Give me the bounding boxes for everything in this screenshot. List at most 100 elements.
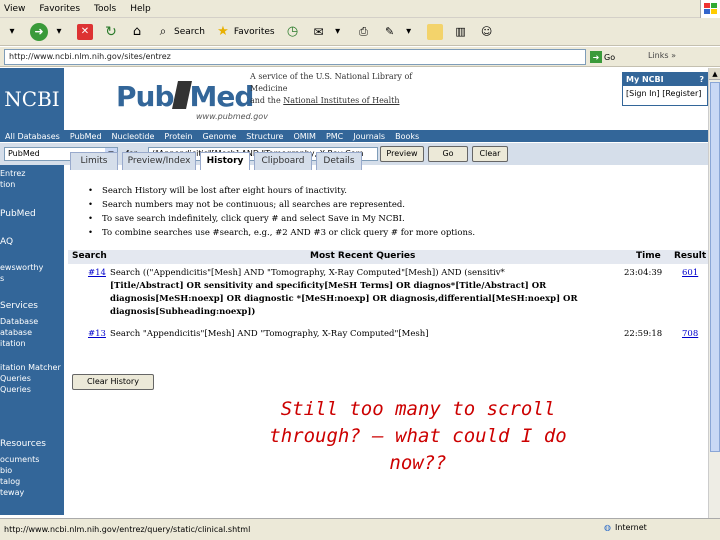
address-go-button[interactable]: ➜ Go <box>590 49 615 65</box>
back-dropdown[interactable]: ▾ <box>2 21 22 43</box>
sidebar-item[interactable]: Queries <box>0 385 31 394</box>
database-nav-bar: All Databases PubMed Nucleotide Protein … <box>0 130 708 142</box>
menu-favorites[interactable]: Favorites <box>39 4 80 14</box>
home-icon: ⌂ <box>132 24 142 39</box>
scroll-thumb[interactable] <box>710 82 720 452</box>
table-row: #13 Search "Appendicitis"[Mesh] AND "Tom… <box>68 328 708 342</box>
query-text: Search (("Appendicitis"[Mesh] AND "Tomog… <box>110 268 578 317</box>
sidebar-item[interactable]: talog <box>0 477 20 486</box>
links-button[interactable]: Links » <box>648 51 676 60</box>
sidebar-heading-services: Services <box>0 301 38 311</box>
mail-icon: ✉ <box>313 24 324 39</box>
sidebar-item[interactable]: Entrez <box>0 169 26 178</box>
menu-tools[interactable]: Tools <box>94 4 116 14</box>
sidebar-item[interactable]: itation <box>0 339 26 348</box>
research-button[interactable]: ▥ <box>451 21 471 43</box>
print-button[interactable]: ⎙ <box>354 21 374 43</box>
tab-preview-index[interactable]: Preview/Index <box>122 152 196 170</box>
sidebar-item[interactable]: Database <box>0 317 38 326</box>
nav-item[interactable]: All Databases <box>0 132 65 141</box>
windows-logo-icon <box>700 0 720 18</box>
col-time: Time <box>636 251 661 261</box>
sidebar-item[interactable]: ewsworthy <box>0 263 43 272</box>
ncbi-logo[interactable]: NCBI <box>0 68 64 130</box>
sidebar-heading-resources: Resources <box>0 439 46 449</box>
status-bar: http://www.ncbi.nlm.nih.gov/entrez/query… <box>0 518 720 540</box>
nav-item[interactable]: Books <box>390 132 424 141</box>
pubmed-logo[interactable]: Pub Med <box>116 80 254 113</box>
result-count-link[interactable]: 601 <box>682 267 698 280</box>
forward-icon: ➜ <box>30 22 48 41</box>
history-button[interactable]: ◷ <box>283 21 303 43</box>
query-number-link[interactable]: #13 <box>88 328 106 341</box>
sidebar-item[interactable]: bio <box>0 466 12 475</box>
sidebar-item-faq[interactable]: AQ <box>0 237 13 247</box>
edit-button[interactable]: ✎ ▾ <box>380 21 419 43</box>
sidebar-item[interactable]: ocuments <box>0 455 39 464</box>
refresh-button[interactable]: ↻ <box>101 21 121 43</box>
annotation-text: Still too many to scroll through? – what… <box>269 398 567 474</box>
nav-item[interactable]: OMIM <box>288 132 320 141</box>
scroll-up-icon[interactable]: ▲ <box>709 68 720 80</box>
tab-clipboard[interactable]: Clipboard <box>254 152 312 170</box>
query-time: 22:59:18 <box>624 329 663 339</box>
sidebar-item[interactable]: itation Matcher <box>0 363 61 372</box>
sign-in-register-links[interactable]: [Sign In] [Register] <box>623 86 707 101</box>
col-queries: Most Recent Queries <box>310 251 416 261</box>
sidebar-item[interactable]: s <box>0 274 4 283</box>
star-icon: ★ <box>217 24 229 39</box>
tab-bar: Limits Preview/Index History Clipboard D… <box>64 152 708 170</box>
nih-link[interactable]: National Institutes of Health <box>283 96 399 105</box>
home-button[interactable]: ⌂ <box>127 21 147 43</box>
sidebar-item[interactable]: Queries <box>0 374 31 383</box>
sidebar-item-pubmed[interactable]: PubMed <box>0 209 36 219</box>
menu-view[interactable]: View <box>4 4 25 14</box>
help-icon[interactable]: ? <box>699 73 704 86</box>
col-result: Result <box>674 251 707 261</box>
pubmed-header: Pub Med www.pubmed.gov A service of the U… <box>64 68 624 130</box>
menu-bar: View Favorites Tools Help <box>0 0 720 18</box>
nav-item[interactable]: Nucleotide <box>107 132 160 141</box>
query-text: Search "Appendicitis"[Mesh] AND "Tomogra… <box>110 329 429 339</box>
favorites-button[interactable]: ★ Favorites <box>213 21 277 43</box>
mail-button[interactable]: ✉ ▾ <box>309 21 348 43</box>
forward-button[interactable]: ➜ ▾ <box>28 21 69 43</box>
menu-help[interactable]: Help <box>130 4 151 14</box>
print-icon: ⎙ <box>359 24 368 38</box>
nav-item[interactable]: PMC <box>321 132 348 141</box>
service-text: A service of the U.S. National Library o… <box>250 72 413 105</box>
folder-icon <box>426 23 443 40</box>
messenger-button[interactable]: ☺ <box>477 21 497 43</box>
pubmed-url-text: www.pubmed.gov <box>196 112 268 121</box>
history-header-row: Search Most Recent Queries Time Result <box>68 250 708 264</box>
address-input[interactable]: http://www.ncbi.nlm.nih.gov/sites/entrez <box>4 49 586 65</box>
result-count-link[interactable]: 708 <box>682 328 698 341</box>
stop-button[interactable]: ✕ <box>75 21 95 43</box>
tab-details[interactable]: Details <box>316 152 362 170</box>
tab-history[interactable]: History <box>200 152 250 170</box>
sidebar-item[interactable]: atabase <box>0 328 32 337</box>
refresh-icon: ↻ <box>105 23 117 40</box>
browser-toolbar: ▾ ➜ ▾ ✕ ↻ ⌂ ⌕ Search ★ Favorites ◷ ✉ ▾ ⎙ ✎ ▾ … <box>0 18 720 46</box>
search-button[interactable]: ⌕ Search <box>153 21 207 43</box>
col-search: Search <box>72 251 107 261</box>
tab-limits[interactable]: Limits <box>70 152 118 170</box>
sidebar-item[interactable]: tion <box>0 180 15 189</box>
myncbi-title[interactable]: My NCBI <box>626 73 664 86</box>
clear-history-button[interactable]: Clear History <box>72 374 154 390</box>
security-zone: ◍ Internet <box>604 523 647 532</box>
research-icon: ▥ <box>455 25 466 38</box>
history-icon: ◷ <box>286 24 299 39</box>
status-url: http://www.ncbi.nlm.nih.gov/entrez/query… <box>4 525 251 534</box>
nav-item[interactable]: Genome <box>197 132 241 141</box>
go-arrow-icon: ➜ <box>590 51 602 63</box>
nav-item[interactable]: Journals <box>348 132 390 141</box>
nav-item[interactable]: PubMed <box>65 132 107 141</box>
folder-button[interactable] <box>425 21 445 43</box>
sidebar-item[interactable]: teway <box>0 488 24 497</box>
vertical-scrollbar[interactable]: ▲ <box>708 68 720 518</box>
table-row: #14 Search (("Appendicitis"[Mesh] AND "T… <box>68 267 708 325</box>
nav-item[interactable]: Protein <box>159 132 197 141</box>
query-number-link[interactable]: #14 <box>88 267 106 280</box>
nav-item[interactable]: Structure <box>241 132 288 141</box>
